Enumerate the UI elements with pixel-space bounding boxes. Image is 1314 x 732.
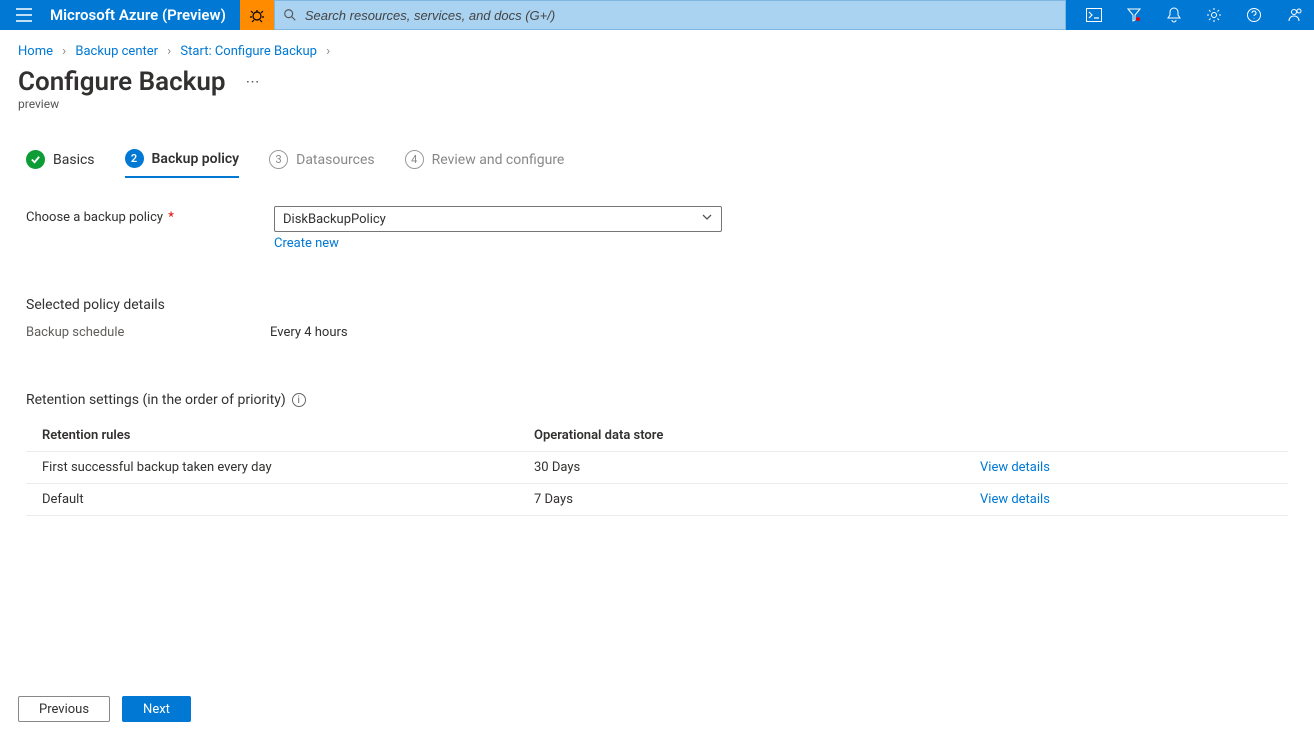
chevron-right-icon: › bbox=[326, 44, 330, 59]
breadcrumb: Home › Backup center › Start: Configure … bbox=[0, 30, 1314, 65]
step-review[interactable]: 4 Review and configure bbox=[405, 150, 565, 177]
account-icon[interactable] bbox=[1274, 0, 1314, 30]
retention-table: Retention rules Operational data store F… bbox=[26, 422, 1288, 516]
dropdown-value: DiskBackupPolicy bbox=[283, 212, 386, 227]
step-label: Datasources bbox=[296, 152, 375, 168]
retention-settings-title: Retention settings (in the order of prio… bbox=[26, 392, 1288, 408]
chevron-down-icon bbox=[701, 211, 713, 227]
col-retention-rules: Retention rules bbox=[26, 422, 504, 452]
step-basics[interactable]: Basics bbox=[26, 150, 95, 177]
backup-schedule-label: Backup schedule bbox=[26, 325, 270, 340]
hamburger-menu-icon[interactable] bbox=[0, 0, 48, 30]
col-operational-store: Operational data store bbox=[504, 422, 964, 452]
directory-filter-icon[interactable] bbox=[1114, 0, 1154, 30]
create-new-link[interactable]: Create new bbox=[274, 236, 722, 251]
step-number: 3 bbox=[269, 150, 288, 169]
retention-store: 7 Days bbox=[504, 484, 964, 516]
next-button[interactable]: Next bbox=[122, 696, 191, 722]
page-title-wrap: Configure Backup ⋯ bbox=[0, 65, 1314, 97]
page-subtitle: preview bbox=[0, 97, 1314, 111]
view-details-link[interactable]: View details bbox=[980, 492, 1050, 507]
step-number: 4 bbox=[405, 150, 424, 169]
retention-rule: Default bbox=[26, 484, 504, 516]
check-icon bbox=[26, 150, 45, 169]
wizard-steps: Basics 2 Backup policy 3 Datasources 4 R… bbox=[0, 111, 1314, 178]
topbar: Microsoft Azure (Preview) bbox=[0, 0, 1314, 30]
notifications-icon[interactable] bbox=[1154, 0, 1194, 30]
table-row: Default 7 Days View details bbox=[26, 484, 1288, 516]
backup-schedule-row: Backup schedule Every 4 hours bbox=[26, 325, 1288, 340]
topbar-icons bbox=[1074, 0, 1314, 30]
brand-label[interactable]: Microsoft Azure (Preview) bbox=[48, 6, 240, 24]
page-title: Configure Backup bbox=[18, 67, 226, 97]
step-label: Review and configure bbox=[432, 152, 565, 168]
view-details-link[interactable]: View details bbox=[980, 460, 1050, 475]
breadcrumb-backup-center[interactable]: Backup center bbox=[75, 44, 158, 59]
backup-schedule-value: Every 4 hours bbox=[270, 325, 348, 340]
required-marker: * bbox=[165, 210, 174, 225]
cloud-shell-icon[interactable] bbox=[1074, 0, 1114, 30]
step-label: Basics bbox=[53, 152, 95, 168]
table-row: First successful backup taken every day … bbox=[26, 452, 1288, 484]
breadcrumb-configure-backup[interactable]: Start: Configure Backup bbox=[180, 44, 317, 59]
step-label: Backup policy bbox=[152, 151, 240, 167]
previous-button[interactable]: Previous bbox=[18, 696, 110, 722]
content: Choose a backup policy * DiskBackupPolic… bbox=[0, 178, 1314, 516]
policy-field-label: Choose a backup policy * bbox=[26, 206, 274, 225]
search-icon bbox=[283, 8, 297, 22]
selected-policy-details-title: Selected policy details bbox=[26, 297, 1288, 313]
settings-gear-icon[interactable] bbox=[1194, 0, 1234, 30]
bug-icon[interactable] bbox=[240, 0, 274, 30]
step-datasources[interactable]: 3 Datasources bbox=[269, 150, 375, 177]
step-backup-policy[interactable]: 2 Backup policy bbox=[125, 149, 240, 178]
more-actions-icon[interactable]: ⋯ bbox=[246, 74, 261, 90]
search-input[interactable] bbox=[297, 8, 1057, 23]
help-icon[interactable] bbox=[1234, 0, 1274, 30]
retention-store: 30 Days bbox=[504, 452, 964, 484]
global-search[interactable] bbox=[274, 0, 1066, 30]
retention-rule: First successful backup taken every day bbox=[26, 452, 504, 484]
breadcrumb-home[interactable]: Home bbox=[18, 44, 53, 59]
step-number: 2 bbox=[125, 149, 144, 168]
wizard-footer: Previous Next bbox=[18, 696, 191, 722]
chevron-right-icon: › bbox=[167, 44, 171, 59]
info-icon[interactable]: i bbox=[292, 393, 306, 407]
chevron-right-icon: › bbox=[62, 44, 66, 59]
backup-policy-dropdown[interactable]: DiskBackupPolicy bbox=[274, 206, 722, 232]
